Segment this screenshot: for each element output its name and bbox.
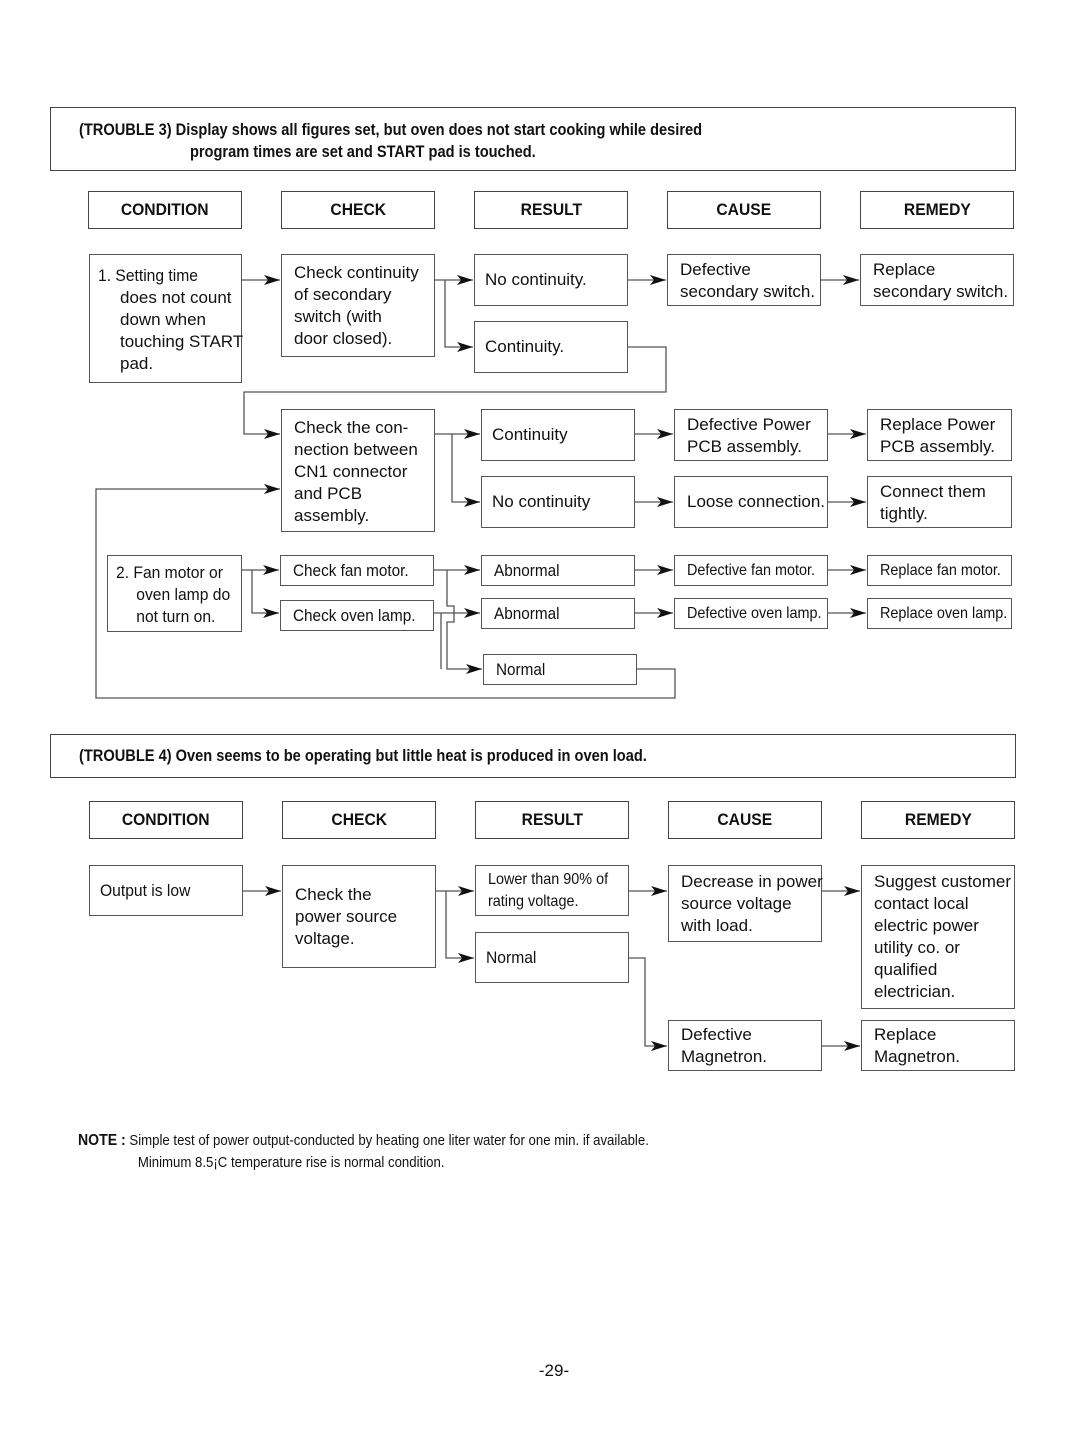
trouble-3-banner: (TROUBLE 3) Display shows all figures se…: [50, 107, 1016, 171]
cause-defective-magnetron: Defective Magnetron.: [668, 1020, 822, 1071]
result-fan-abnormal: Abnormal: [481, 555, 635, 586]
condition-setting-time: 1. Setting time does not count down when…: [89, 254, 243, 383]
result-lamp-abnormal: Abnormal: [481, 598, 635, 629]
check-secondary-switch: Check continuity of secondary switch (wi…: [281, 254, 435, 357]
header-condition-2: CONDITION: [89, 801, 243, 839]
condition-fan-lamp: 2. Fan motor or oven lamp do not turn on…: [107, 555, 242, 632]
result2-continuity: Continuity: [481, 409, 635, 461]
trouble-3-title-line2: program times are set and START pad is t…: [189, 142, 536, 161]
remedy-replace-oven-lamp: Replace oven lamp.: [867, 598, 1012, 629]
header-result: RESULT: [474, 191, 628, 229]
trouble-3-title-line1: (TROUBLE 3) Display shows all figures se…: [79, 120, 703, 139]
condition-output-low: Output is low: [89, 865, 243, 916]
arrow-check1-to-continuity: [444, 280, 473, 352]
header-cause: CAUSE: [667, 191, 821, 229]
header-result-2: RESULT: [475, 801, 629, 839]
remedy-replace-magnetron: Replace Magnetron.: [861, 1020, 1015, 1071]
result-lower-voltage: Lower than 90% of rating voltage.: [475, 865, 629, 916]
note: NOTE : Simple test of power output-condu…: [78, 1130, 649, 1174]
result-normal-voltage: Normal: [475, 932, 629, 983]
arrow-cond2-to-check-lamp: [251, 570, 279, 618]
note-label: NOTE :: [78, 1132, 126, 1149]
trouble-4-banner: (TROUBLE 4) Oven seems to be operating b…: [50, 734, 1016, 778]
arrow-check2-to-no-continuity: [451, 434, 480, 507]
cause-defective-secondary-switch: Defective secondary switch.: [667, 254, 821, 306]
cause-defective-oven-lamp: Defective oven lamp.: [674, 598, 828, 629]
check-oven-lamp: Check oven lamp.: [280, 600, 434, 631]
note-line2: Minimum 8.5¡C temperature rise is normal…: [137, 1154, 445, 1171]
arrow-check-to-normal: [445, 891, 474, 963]
page-number: -29-: [538, 1361, 570, 1380]
trouble-4-title: (TROUBLE 4) Oven seems to be operating b…: [79, 746, 647, 765]
header-remedy-2: REMEDY: [861, 801, 1015, 839]
header-check-2: CHECK: [282, 801, 436, 839]
result-no-continuity: No continuity.: [474, 254, 628, 306]
header-cause-2: CAUSE: [668, 801, 822, 839]
arrow-normal-to-magnetron: [629, 957, 667, 1051]
line-check-fan-branch: [446, 570, 482, 674]
note-line1: Simple test of power output-conducted by…: [129, 1132, 649, 1149]
header-check: CHECK: [281, 191, 435, 229]
result2-no-continuity: No continuity: [481, 476, 635, 528]
result-continuity: Continuity.: [474, 321, 628, 373]
check-power-source-voltage: Check the power source voltage.: [282, 865, 436, 968]
remedy-replace-secondary-switch: Replace secondary switch.: [860, 254, 1014, 306]
remedy-suggest-customer: Suggest customer contact local electric …: [861, 865, 1015, 1009]
remedy-replace-fan-motor: Replace fan motor.: [867, 555, 1012, 586]
remedy-replace-power-pcb: Replace Power PCB assembly.: [867, 409, 1012, 461]
check-fan-motor: Check fan motor.: [280, 555, 434, 586]
result-normal: Normal: [483, 654, 637, 685]
cause-decrease-power: Decrease in power source voltage with lo…: [668, 865, 823, 942]
header-remedy: REMEDY: [860, 191, 1014, 229]
header-condition: CONDITION: [88, 191, 242, 229]
remedy-connect-tightly: Connect them tightly.: [867, 476, 1012, 528]
cause-defective-fan-motor: Defective fan motor.: [674, 555, 828, 586]
cause-defective-power-pcb: Defective Power PCB assembly.: [674, 409, 828, 461]
check-cn1-connection: Check the con- nection between CN1 conne…: [281, 409, 435, 532]
cause-loose-connection: Loose connection.: [674, 476, 828, 528]
